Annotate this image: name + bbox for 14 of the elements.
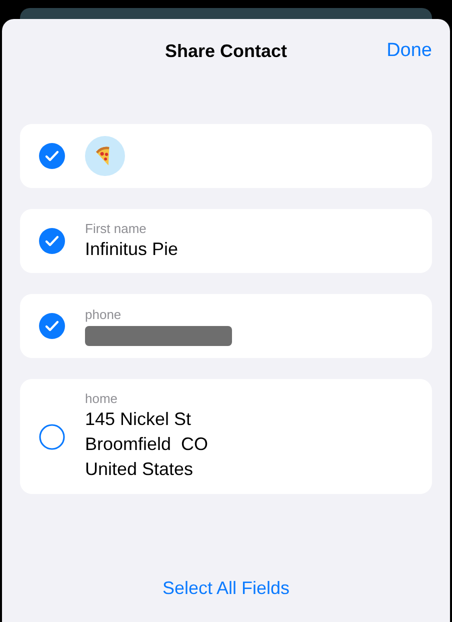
select-all-button[interactable]: Select All Fields <box>162 575 290 602</box>
field-label: First name <box>85 221 148 237</box>
address-line: United States <box>85 458 194 481</box>
address-line: 145 Nickel St <box>85 408 192 431</box>
sheet-title: Share Contact <box>164 40 288 62</box>
field-label: phone <box>85 306 122 322</box>
empty-circle-icon[interactable] <box>39 424 65 450</box>
done-button[interactable]: Done <box>386 36 432 66</box>
checked-circle-icon[interactable] <box>39 313 65 339</box>
checked-circle-icon[interactable] <box>39 228 65 254</box>
field-label: home <box>85 391 119 407</box>
address-line: Broomfield CO <box>85 433 208 456</box>
checked-circle-icon[interactable] <box>39 143 65 169</box>
field-value: Infinitus Pie <box>85 238 178 261</box>
